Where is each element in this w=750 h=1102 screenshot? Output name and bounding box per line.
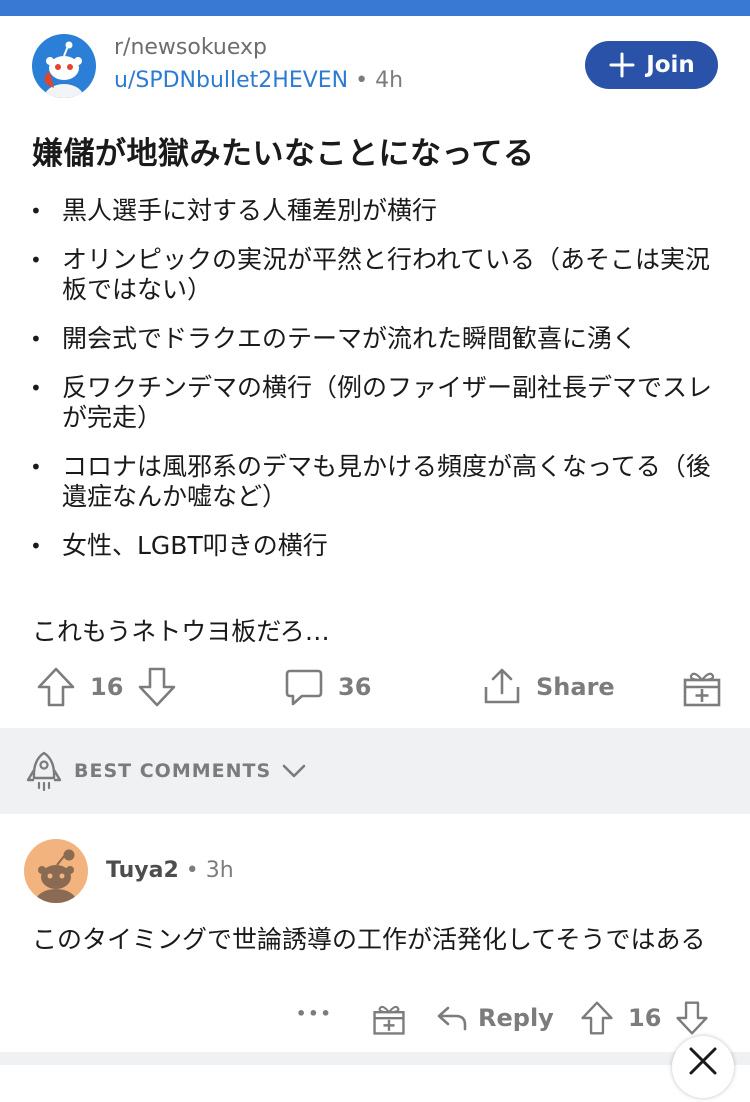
- speech-bubble-icon: [285, 669, 323, 706]
- bullet-item: 黒人選手に対する人種差別が横行: [30, 196, 720, 226]
- byline-separator: •: [185, 858, 199, 883]
- subreddit-avatar[interactable]: [32, 34, 96, 98]
- share-icon: [484, 668, 520, 704]
- post-age: 4h: [375, 68, 404, 93]
- post-comments-button[interactable]: 36: [284, 667, 371, 707]
- arrow-up-icon[interactable]: [36, 666, 76, 708]
- post-title: 嫌儲が地獄みたいなことになってる: [32, 136, 535, 172]
- top-accent-bar: [0, 0, 750, 16]
- gift-icon: [373, 1005, 405, 1035]
- arrow-up-icon[interactable]: [580, 1000, 614, 1036]
- join-label: Join: [646, 52, 695, 78]
- post-bullet-list: 黒人選手に対する人種差別が横行 オリンピックの実況が平然と行われている（あそこは…: [30, 196, 720, 580]
- post-vote-group: 16: [36, 666, 177, 708]
- share-label: Share: [536, 673, 615, 701]
- collapse-button[interactable]: [672, 1036, 734, 1098]
- comment-author[interactable]: Tuya2: [106, 858, 179, 883]
- post-byline: u/SPDNbullet2HEVEN • 4h: [114, 68, 403, 93]
- comment-age: 3h: [205, 858, 234, 883]
- commenter-avatar[interactable]: [24, 839, 88, 903]
- comment-vote-group: 16: [580, 1000, 709, 1036]
- comment-byline: Tuya2 • 3h: [106, 858, 234, 883]
- reply-label: Reply: [478, 1004, 554, 1032]
- bullet-item: 開会式でドラクエのテーマが流れた瞬間歓喜に湧く: [30, 324, 720, 354]
- post-vote-count: 16: [90, 673, 124, 701]
- chevron-down-icon: [282, 764, 306, 778]
- comment-vote-count: 16: [628, 1004, 662, 1032]
- bottom-divider: [0, 1052, 750, 1065]
- award-button[interactable]: [682, 668, 722, 708]
- close-icon: [689, 1047, 717, 1075]
- comment-award-button[interactable]: [372, 1002, 406, 1036]
- comment-sort-selector[interactable]: BEST COMMENTS: [24, 750, 307, 792]
- subreddit-name[interactable]: r/newsokuexp: [114, 35, 267, 60]
- join-button[interactable]: Join: [585, 41, 718, 89]
- comment-body: このタイミングで世論誘導の工作が活発化してそうではある: [32, 925, 706, 954]
- post-author[interactable]: u/SPDNbullet2HEVEN: [114, 68, 348, 93]
- post-closing-line: これもうネトウヨ板だろ…: [32, 617, 330, 646]
- sort-label: BEST COMMENTS: [74, 760, 272, 782]
- rocket-icon: [26, 751, 62, 792]
- bullet-item: オリンピックの実況が平然と行われている（あそこは実況板ではない）: [30, 245, 720, 305]
- post-comment-count: 36: [338, 673, 372, 701]
- arrow-down-icon[interactable]: [675, 1000, 709, 1036]
- bullet-item: 反ワクチンデマの横行（例のファイザー副社長デマでスレが完走）: [30, 373, 720, 433]
- reply-button[interactable]: Reply: [436, 1002, 554, 1034]
- byline-separator: •: [355, 68, 369, 93]
- bullet-item: コロナは風邪系のデマも見かける頻度が高くなってる（後遺症なんか嘘など）: [30, 452, 720, 512]
- arrow-down-icon[interactable]: [137, 666, 177, 708]
- bullet-item: 女性、LGBT叩きの横行: [30, 531, 720, 561]
- more-options-button[interactable]: •••: [296, 1004, 333, 1023]
- reply-arrow-icon: [437, 1006, 467, 1031]
- gift-icon: [683, 672, 721, 707]
- plus-icon: [609, 52, 635, 78]
- share-button[interactable]: Share: [482, 667, 615, 707]
